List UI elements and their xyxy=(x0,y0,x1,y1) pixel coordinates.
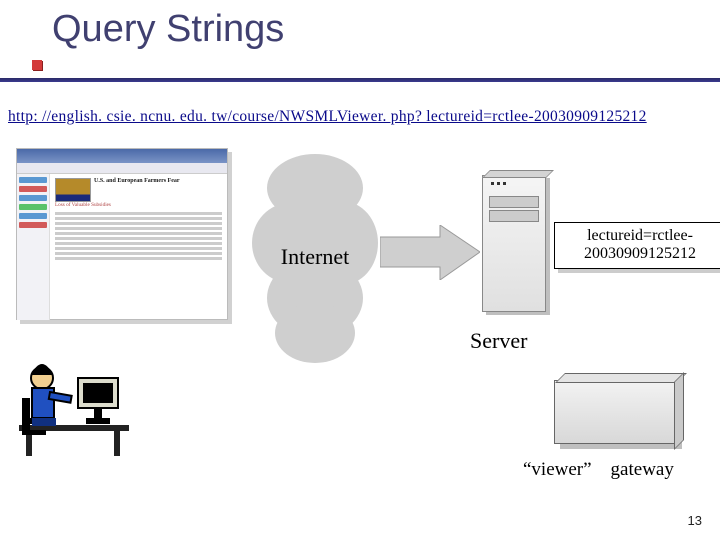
gateway-label: “viewer” gateway xyxy=(523,459,674,481)
slide-title: Query Strings xyxy=(52,8,284,51)
slide-root: Query Strings http: //english. csie. ncn… xyxy=(0,0,720,540)
user-at-computer-icon xyxy=(14,340,134,460)
browser-body: U.S. and European Farmers Fear Loss of V… xyxy=(17,174,227,320)
text-line xyxy=(55,222,222,225)
news-subhead: Loss of Valuable Subsidies xyxy=(55,202,222,209)
server-drive xyxy=(489,196,539,208)
page-number: 13 xyxy=(688,513,702,528)
text-line xyxy=(55,212,222,215)
text-line xyxy=(55,247,222,250)
text-line xyxy=(55,257,222,260)
browser-sidebar xyxy=(17,174,50,320)
browser-toolbar xyxy=(17,163,227,174)
title-underline xyxy=(0,78,720,82)
browser-content: U.S. and European Farmers Fear Loss of V… xyxy=(50,174,227,320)
server-leds xyxy=(491,182,506,185)
text-line xyxy=(55,217,222,220)
text-line xyxy=(55,237,222,240)
news-photo xyxy=(55,178,91,202)
arrow-right-icon xyxy=(380,225,480,280)
sidebar-chip xyxy=(19,222,47,228)
server-drive xyxy=(489,210,539,222)
querystring-box: lectureid=rctlee- 20030909125212 xyxy=(554,222,720,269)
sidebar-chip xyxy=(19,213,47,219)
server-icon xyxy=(482,175,546,312)
browser-mock: U.S. and European Farmers Fear Loss of V… xyxy=(16,148,228,320)
text-line xyxy=(55,252,222,255)
sidebar-chip xyxy=(19,204,47,210)
title-bullet xyxy=(32,60,42,70)
internet-label: Internet xyxy=(255,244,375,270)
querystring-line1: lectureid=rctlee- xyxy=(587,227,693,244)
browser-titlebar xyxy=(17,149,227,163)
querystring-line2: 20030909125212 xyxy=(584,245,696,262)
gateway-box-icon xyxy=(554,380,676,444)
sidebar-chip xyxy=(19,177,47,183)
server-label: Server xyxy=(470,328,527,354)
sidebar-chip xyxy=(19,195,47,201)
sidebar-chip xyxy=(19,186,47,192)
text-line xyxy=(55,242,222,245)
example-url[interactable]: http: //english. csie. ncnu. edu. tw/cou… xyxy=(8,108,647,126)
text-line xyxy=(55,232,222,235)
text-line xyxy=(55,227,222,230)
